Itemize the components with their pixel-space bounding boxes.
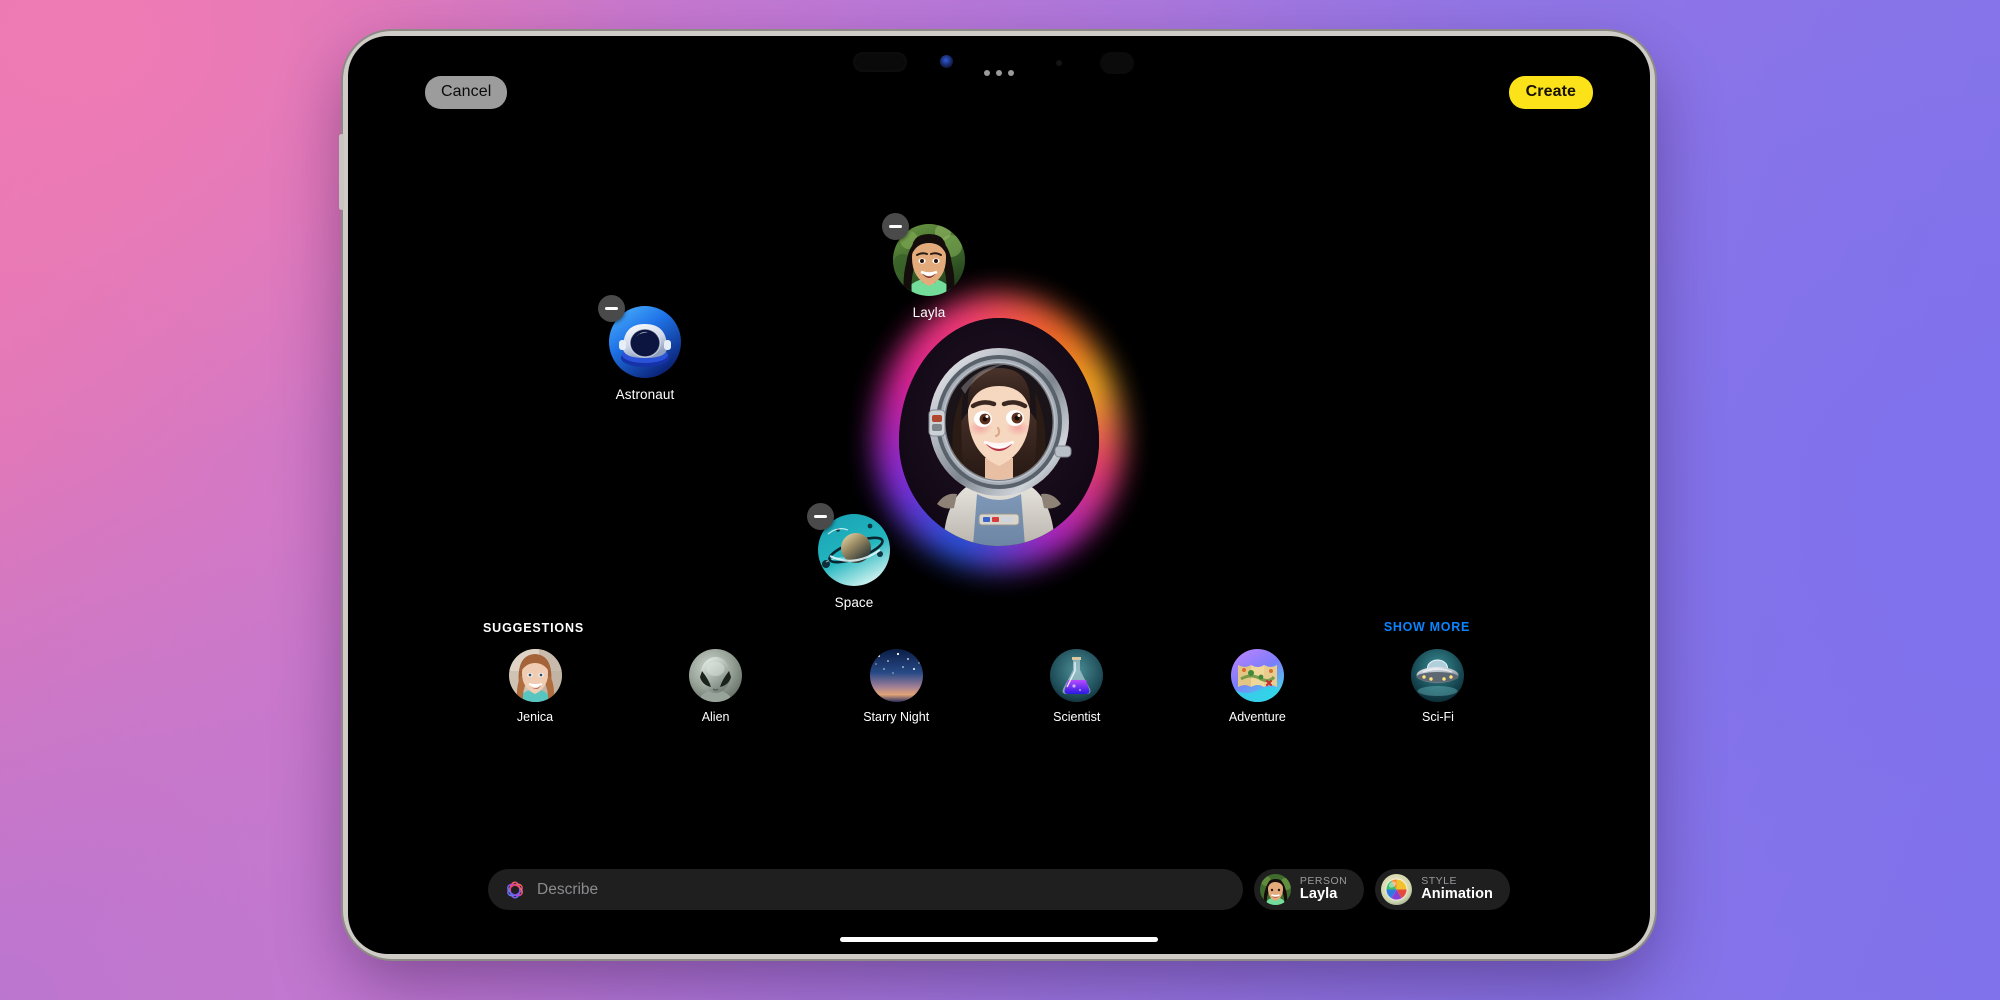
flask-icon xyxy=(1050,649,1103,702)
suggestions-row: Jenica xyxy=(483,649,1490,724)
minus-icon xyxy=(889,225,902,228)
minus-icon xyxy=(605,307,618,310)
remove-space-button[interactable] xyxy=(807,503,834,530)
describe-field[interactable] xyxy=(488,869,1243,910)
alien-head-icon xyxy=(689,649,742,702)
style-chip-text: STYLE Animation xyxy=(1421,876,1493,903)
main-preview[interactable] xyxy=(899,318,1099,546)
person-chip[interactable]: PERSON Layla xyxy=(1254,869,1364,910)
concept-thumb-wrap xyxy=(818,514,890,586)
device-screen: Cancel Create xyxy=(348,36,1650,954)
style-sphere-icon xyxy=(1381,874,1412,905)
suggestions-header: SUGGESTIONS xyxy=(483,621,584,635)
suggestion-alien[interactable]: Alien xyxy=(664,649,768,724)
genmoji-canvas: Astronaut xyxy=(348,36,1650,954)
concept-label: Astronaut xyxy=(591,387,699,402)
concept-label: Space xyxy=(800,595,908,610)
suggestion-starry-night[interactable]: Starry Night xyxy=(844,649,948,724)
suggestion-label: Scientist xyxy=(1025,710,1129,724)
minus-icon xyxy=(814,515,827,518)
remove-layla-button[interactable] xyxy=(882,213,909,240)
bottom-toolbar: PERSON Layla xyxy=(348,869,1650,910)
concept-chip-space[interactable]: Space xyxy=(800,514,908,610)
person-chip-text: PERSON Layla xyxy=(1300,876,1347,903)
concept-thumb-wrap xyxy=(609,306,681,378)
suggestion-label: Adventure xyxy=(1205,710,1309,724)
person-photo-jenica xyxy=(509,649,562,702)
concept-label: Layla xyxy=(875,305,983,320)
concept-chip-layla[interactable]: Layla xyxy=(875,224,983,320)
remove-astronaut-button[interactable] xyxy=(598,295,625,322)
suggestion-adventure[interactable]: Adventure xyxy=(1205,649,1309,724)
person-chip-value: Layla xyxy=(1300,887,1347,903)
style-chip-value: Animation xyxy=(1421,887,1493,903)
show-more-button[interactable]: SHOW MORE xyxy=(1384,620,1470,634)
describe-input[interactable] xyxy=(537,881,1227,899)
person-photo-layla xyxy=(1260,874,1291,905)
apple-intelligence-icon xyxy=(504,879,526,901)
concept-thumb-wrap xyxy=(893,224,965,296)
suggestion-label: Jenica xyxy=(483,710,587,724)
suggestion-sci-fi[interactable]: Sci-Fi xyxy=(1386,649,1490,724)
suggestion-label: Alien xyxy=(664,710,768,724)
starry-night-icon xyxy=(870,649,923,702)
home-indicator[interactable] xyxy=(840,937,1158,942)
volume-button[interactable] xyxy=(339,134,344,210)
treasure-map-icon xyxy=(1231,649,1284,702)
style-chip[interactable]: STYLE Animation xyxy=(1375,869,1510,910)
concept-chip-astronaut[interactable]: Astronaut xyxy=(591,306,699,402)
suggestion-scientist[interactable]: Scientist xyxy=(1025,649,1129,724)
ipad-device: Cancel Create xyxy=(348,36,1650,954)
ufo-icon xyxy=(1411,649,1464,702)
suggestion-jenica[interactable]: Jenica xyxy=(483,649,587,724)
suggestion-label: Starry Night xyxy=(844,710,948,724)
suggestion-label: Sci-Fi xyxy=(1386,710,1490,724)
